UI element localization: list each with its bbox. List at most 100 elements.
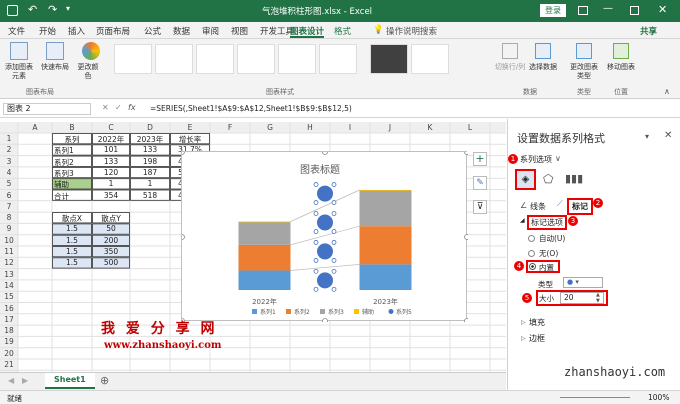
add-chart-element-button[interactable]: 添加图表元素: [2, 63, 36, 81]
name-box[interactable]: 图表 2: [3, 103, 91, 115]
selection-handle[interactable]: [331, 211, 337, 216]
chart-elements-button[interactable]: +: [473, 152, 487, 166]
fill-expand-icon[interactable]: ▷: [521, 319, 526, 326]
move-chart-button[interactable]: 移动图表: [605, 63, 637, 72]
row-header[interactable]: 2: [0, 145, 18, 154]
legend-entry[interactable]: 系列3: [328, 308, 344, 316]
change-colors-button[interactable]: 更改颜色: [76, 63, 100, 81]
row-header[interactable]: 7: [0, 202, 18, 211]
row-header[interactable]: 17: [0, 315, 18, 324]
bar-segment[interactable]: [238, 221, 291, 223]
table-cell[interactable]: 2023年: [130, 134, 170, 145]
autosave-icon[interactable]: [7, 5, 18, 16]
scatter-point[interactable]: [317, 272, 333, 289]
table-cell[interactable]: 系列1: [54, 145, 94, 156]
selection-handle[interactable]: [313, 286, 319, 292]
formula-input[interactable]: =SERIES(,Sheet1!$A$9:$A$12,Sheet1!$B$9:$…: [150, 104, 352, 113]
tab-marker[interactable]: 标记: [567, 198, 593, 215]
pane-close-icon[interactable]: ✕: [664, 130, 672, 141]
bar-segment[interactable]: [359, 226, 412, 265]
border-section[interactable]: 边框: [529, 333, 545, 344]
selection-handle[interactable]: [331, 268, 337, 274]
select-data-button[interactable]: 选择数据: [527, 63, 559, 72]
row-header[interactable]: 3: [0, 157, 18, 166]
chart-styles-brush-icon[interactable]: ✎: [473, 176, 487, 190]
bar-segment[interactable]: [238, 270, 291, 290]
worksheet-grid[interactable]: A B C D E F G H I J K L 1 2 3 4 5 6 7 8 9 10 11 12 13 14 15 16 17 18 1…: [0, 122, 506, 372]
selection-handle[interactable]: [313, 229, 319, 234]
table-cell[interactable]: 增长率: [170, 134, 210, 145]
row-header[interactable]: 15: [0, 292, 18, 301]
column-header[interactable]: L: [450, 123, 490, 132]
chart-style-8[interactable]: [411, 44, 449, 74]
scatter-point[interactable]: [317, 185, 333, 202]
chart-style-7[interactable]: [370, 44, 408, 74]
scatter-point[interactable]: [317, 214, 333, 231]
series-options-chevron-icon[interactable]: ∨: [555, 154, 561, 163]
table-cell[interactable]: 50: [92, 224, 130, 233]
marker-type-select[interactable]: ● ▾: [563, 277, 603, 288]
radio-none[interactable]: [528, 250, 535, 257]
chart-elements-icon[interactable]: [10, 42, 28, 60]
selection-handle[interactable]: [313, 240, 319, 245]
row-header[interactable]: 16: [0, 304, 18, 313]
column-header[interactable]: K: [410, 123, 450, 132]
table-cell[interactable]: 1.5: [52, 224, 92, 233]
series-options-icon[interactable]: ▮▮▮: [565, 172, 583, 185]
tab-home[interactable]: 开始: [39, 25, 56, 37]
table-cell[interactable]: 合计: [54, 191, 94, 202]
fill-section[interactable]: 填充: [529, 317, 545, 328]
selection-handle[interactable]: [313, 211, 319, 216]
table-cell[interactable]: 101: [92, 145, 130, 154]
tab-developer[interactable]: 开发工具: [260, 25, 294, 37]
selection-handle[interactable]: [313, 200, 319, 205]
row-header[interactable]: 20: [0, 349, 18, 358]
sheet-next-icon[interactable]: ▶: [22, 376, 28, 385]
selection-handle[interactable]: [331, 200, 337, 205]
ribbon-display-icon[interactable]: [578, 6, 588, 15]
quick-layout-button[interactable]: 快速布局: [38, 63, 72, 72]
column-header[interactable]: G: [250, 123, 290, 132]
table-cell[interactable]: 系列: [52, 134, 92, 145]
chart-plot[interactable]: 2022年 2023年系列1 系列2 系列3 辅助 系列5: [182, 152, 468, 322]
selection-handle[interactable]: [331, 286, 337, 292]
border-expand-icon[interactable]: ▷: [521, 335, 526, 342]
legend-entry[interactable]: 系列5: [396, 308, 412, 316]
radio-auto[interactable]: [528, 235, 535, 242]
column-header[interactable]: J: [370, 123, 410, 132]
tab-view[interactable]: 视图: [231, 25, 248, 37]
size-spinner-icon[interactable]: ▲ ▼: [596, 292, 600, 304]
line-tab-icon[interactable]: ∠: [520, 201, 527, 210]
redo-icon[interactable]: ↷: [48, 3, 57, 16]
move-chart-icon[interactable]: [613, 43, 629, 59]
table-cell[interactable]: 133: [92, 157, 130, 166]
tab-line[interactable]: 线条: [530, 201, 546, 212]
table-cell[interactable]: 系列2: [54, 157, 94, 168]
chart-resize-handle[interactable]: [322, 318, 328, 323]
table-cell[interactable]: 200: [92, 236, 130, 245]
chart-style-2[interactable]: [155, 44, 193, 74]
chart-style-1[interactable]: [114, 44, 152, 74]
tab-formulas[interactable]: 公式: [144, 25, 161, 37]
column-header[interactable]: F: [210, 123, 250, 132]
cancel-icon[interactable]: ✕: [102, 103, 109, 112]
chart-resize-handle[interactable]: [182, 234, 185, 240]
legend-entry[interactable]: 系列2: [294, 308, 310, 316]
fill-line-icon[interactable]: ◈: [515, 169, 536, 190]
chart-resize-handle[interactable]: [322, 152, 328, 155]
row-header[interactable]: 5: [0, 179, 18, 188]
column-header[interactable]: A: [18, 123, 52, 132]
login-button[interactable]: 登录: [540, 4, 566, 17]
bar-segment[interactable]: [359, 264, 412, 290]
marker-options-section[interactable]: 标记选项: [527, 215, 567, 230]
collapse-ribbon-icon[interactable]: ∧: [664, 87, 670, 96]
row-header[interactable]: 18: [0, 326, 18, 335]
palette-icon[interactable]: [82, 42, 100, 60]
table-cell[interactable]: 1: [92, 179, 130, 188]
chart-resize-handle[interactable]: [182, 152, 185, 155]
chart-resize-handle[interactable]: [464, 234, 469, 240]
chart-area[interactable]: 2022年 2023年 系列1 系列2 系列3 辅助 系列5 图表标题: [181, 151, 468, 322]
chart-resize-handle[interactable]: [464, 152, 469, 155]
row-header[interactable]: 21: [0, 360, 18, 369]
sheet-tab-sheet1[interactable]: Sheet1: [45, 373, 95, 389]
